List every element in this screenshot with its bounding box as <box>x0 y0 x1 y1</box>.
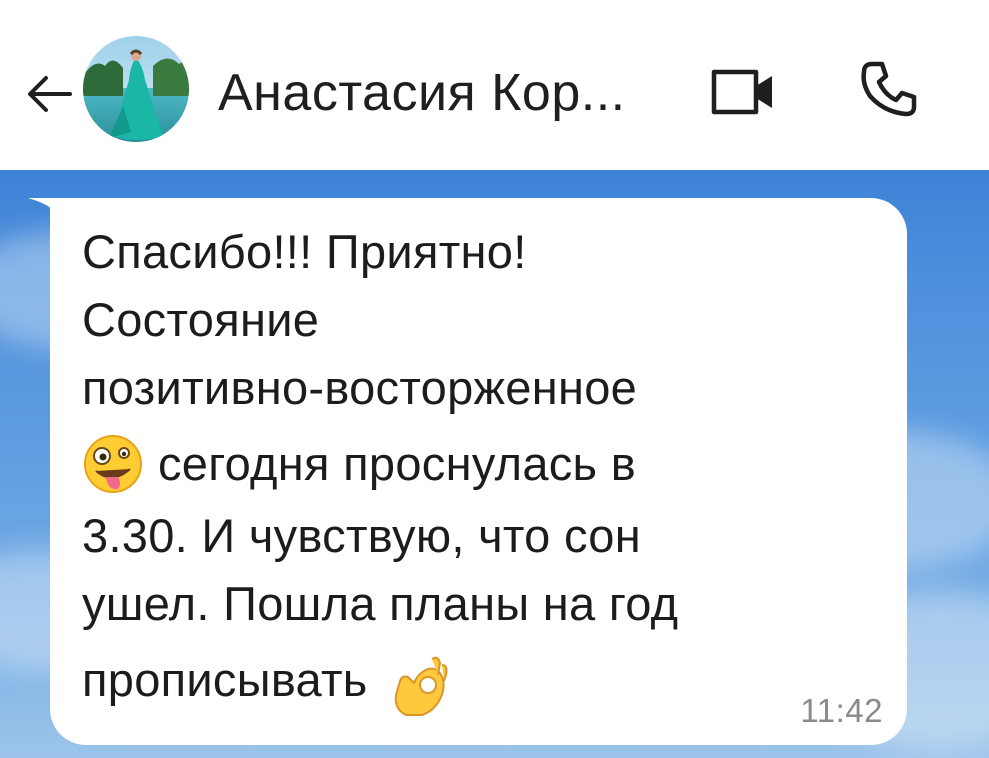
message-line-text: прописывать <box>82 653 368 706</box>
message-line: 3.30. И чувствую, что сон <box>82 509 641 562</box>
message-line: позитивно-восторженное <box>82 361 638 414</box>
contact-avatar[interactable] <box>83 36 189 142</box>
message-line: Спасибо!!! Приятно! <box>82 225 527 278</box>
ok-hand-emoji <box>394 656 448 716</box>
message-line-text: сегодня проснулась в <box>158 437 636 490</box>
message-line-with-emoji: сегодня проснулась в <box>82 430 862 498</box>
contact-name[interactable]: Анастасия Кор... <box>218 58 626 128</box>
back-button[interactable] <box>22 68 78 124</box>
video-camera-icon <box>711 69 772 115</box>
phone-icon <box>861 61 917 117</box>
message-line: ушел. Пошла планы на год <box>82 577 679 630</box>
zany-face-emoji <box>84 434 142 493</box>
message-text: Спасибо!!! Приятно! Состояние позитивно-… <box>82 218 862 716</box>
message-line: Состояние <box>82 293 320 346</box>
voice-call-button[interactable] <box>858 58 920 120</box>
message-timestamp: 11:42 <box>800 692 883 729</box>
message-line-with-emoji: прописывать <box>82 646 862 716</box>
video-call-button[interactable] <box>708 62 780 122</box>
chat-header: Анастасия Кор... <box>0 0 989 170</box>
arrow-left-icon <box>28 76 72 112</box>
